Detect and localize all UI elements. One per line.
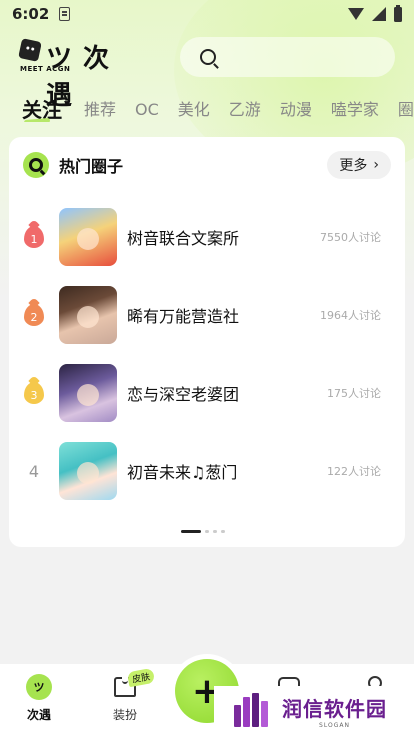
chevron-right-icon: ›: [373, 157, 379, 173]
circle-avatar: [59, 364, 117, 422]
more-label: 更多: [339, 158, 368, 174]
circle-row[interactable]: 1 树音联合文案所 7550人讨论: [9, 207, 405, 267]
hot-circles-icon: [23, 152, 49, 178]
tab-shippers[interactable]: 嗑学家: [331, 98, 379, 122]
category-tabs: 关注 推荐 OC 美化 乙游 动漫 嗑学家 圈: [22, 92, 414, 122]
watermark: 润信软件园 SLOGAN: [214, 686, 414, 736]
page-indicator: [181, 530, 225, 533]
nav-meet-label: 次遇: [26, 708, 51, 722]
circle-discussion-count: 7550人讨论: [320, 231, 381, 244]
page-dot: [205, 530, 209, 533]
hot-circles-header: 热门圈子 更多 ›: [23, 151, 391, 179]
nav-dressup-label: 装扮: [112, 708, 137, 722]
circle-name: 树音联合文案所: [127, 229, 240, 248]
circle-avatar: [59, 208, 117, 266]
rank-badge: 4: [9, 456, 59, 486]
rank-flame-icon: 2: [24, 304, 44, 326]
circle-name: 恋与深空老婆团: [127, 385, 240, 404]
hot-circles-title: 热门圈子: [59, 157, 124, 176]
circle-avatar: [59, 442, 117, 500]
rank-badge: 2: [9, 300, 59, 330]
tab-follow[interactable]: 关注: [22, 98, 62, 122]
watermark-logo-icon: [234, 693, 274, 729]
search-bar[interactable]: [180, 37, 395, 77]
app-logo: ツ 次遇 MEET ACGN: [18, 38, 132, 111]
circle-discussion-count: 175人讨论: [327, 387, 381, 400]
tab-anime[interactable]: 动漫: [280, 98, 312, 122]
tab-recommend[interactable]: 推荐: [84, 98, 116, 122]
page-dot: [221, 530, 225, 533]
logo-subtitle: MEET ACGN: [20, 65, 71, 73]
watermark-title: 润信软件园: [282, 697, 387, 721]
status-time: 6:02: [12, 5, 50, 23]
more-button[interactable]: 更多 ›: [327, 151, 391, 179]
notification-icon: [59, 7, 71, 21]
meet-icon: ツ: [26, 674, 52, 700]
nav-dressup[interactable]: 皮肤 装扮: [90, 664, 160, 736]
tab-oc[interactable]: OC: [135, 98, 159, 122]
watermark-slogan: SLOGAN: [319, 722, 350, 729]
status-bar: 6:02: [0, 0, 414, 28]
battery-icon: [394, 4, 402, 22]
circle-row[interactable]: 2 晞有万能营造社 1964人讨论: [9, 285, 405, 345]
circle-name: 初音未来♫葱门: [127, 463, 238, 482]
circle-discussion-count: 1964人讨论: [320, 309, 381, 322]
logo-mascot-icon: [18, 38, 42, 62]
rank-flame-icon: 3: [24, 382, 44, 404]
circle-row[interactable]: 3 恋与深空老婆团 175人讨论: [9, 363, 405, 423]
rank-flame-icon: 1: [24, 226, 44, 248]
circle-name: 晞有万能营造社: [127, 307, 240, 326]
circle-row[interactable]: 4 初音未来♫葱门 122人讨论: [9, 441, 405, 501]
tab-circle[interactable]: 圈: [398, 98, 414, 122]
rank-badge: 3: [9, 378, 59, 408]
page-dot: [213, 530, 217, 533]
skin-badge: 皮肤: [126, 667, 156, 688]
tab-beautify[interactable]: 美化: [178, 98, 210, 122]
watermark-text: 润信软件园 SLOGAN: [282, 693, 387, 729]
circle-avatar: [59, 286, 117, 344]
tab-otome-games[interactable]: 乙游: [229, 98, 261, 122]
nav-meet[interactable]: ツ 次遇: [4, 664, 74, 736]
circle-discussion-count: 122人讨论: [327, 465, 381, 478]
hot-circles-card: 热门圈子 更多 › 1 树音联合文案所 7550人讨论 2 晞有万能营造社 19…: [9, 137, 405, 547]
wifi-icon: [348, 8, 364, 20]
rank-number: 4: [28, 461, 40, 481]
search-icon: [200, 49, 216, 65]
rank-badge: 1: [9, 222, 59, 252]
signal-icon: [372, 7, 386, 21]
status-indicators: [348, 4, 402, 22]
page-dot-active: [181, 530, 201, 533]
